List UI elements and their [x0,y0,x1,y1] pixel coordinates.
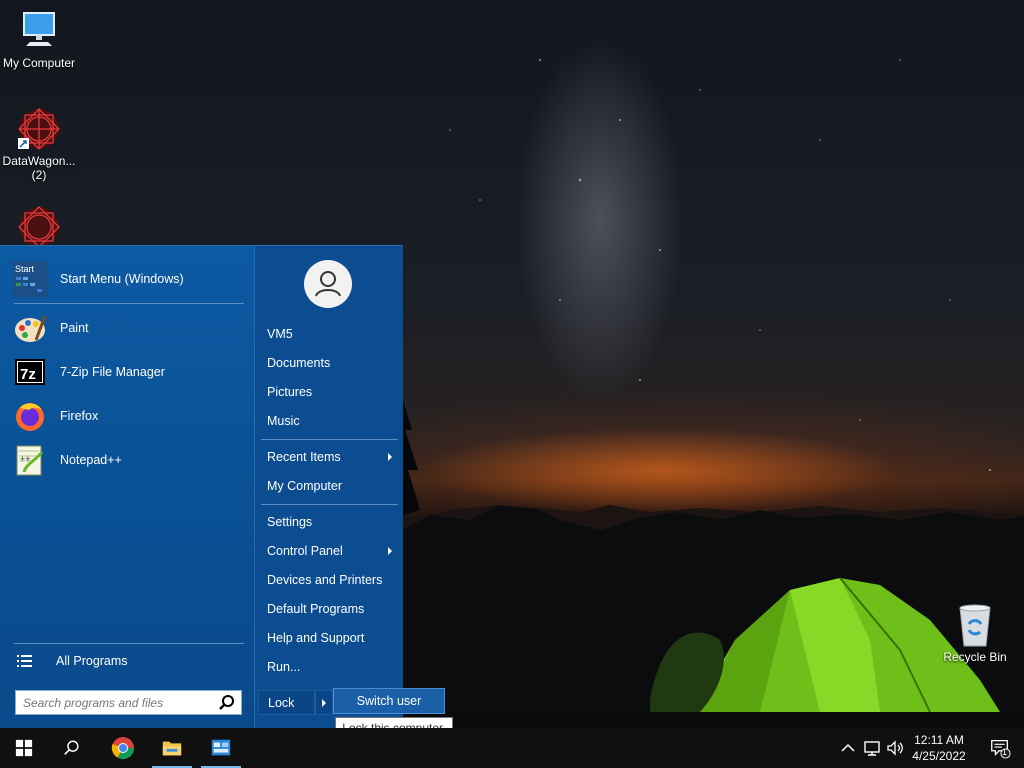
menu-item-default-programs[interactable]: Default Programs [261,596,398,622]
control-panel-icon [211,739,231,756]
program-label: Start Menu (Windows) [60,272,184,286]
all-programs-label: All Programs [56,654,128,668]
search-icon [64,740,79,755]
search-box[interactable] [15,690,242,715]
lock-label: Lock [268,695,295,710]
menu-item-label: Documents [267,356,331,370]
menu-item-help-support[interactable]: Help and Support [261,625,398,651]
program-start-menu-windows[interactable]: Start Start Menu (Windows) [12,259,244,299]
switch-user-button[interactable]: Switch user [333,688,445,714]
start-menu-icon: Start [12,261,48,297]
clock-date: 4/25/2022 [912,749,966,763]
monitor-icon [23,12,55,46]
start-menu-places-pane: VM5 Documents Pictures Music Recent Item… [254,246,403,729]
notepadpp-icon: ++ [16,445,44,476]
search-input[interactable] [16,691,216,714]
avatar[interactable] [304,260,352,308]
action-center-button[interactable]: 1 [976,728,1024,768]
notification-icon [991,740,1011,759]
taskbar-control-panel[interactable] [197,728,245,768]
chevron-up-icon[interactable] [838,738,858,758]
list-icon [17,655,32,667]
clock-time: 12:11 AM [914,733,964,747]
recycle-bin-icon [959,604,991,647]
chrome-icon [111,737,134,759]
menu-item-label: My Computer [267,479,343,493]
svg-text:Start: Start [15,264,35,274]
chevron-right-icon [388,453,392,461]
start-menu: Start Start Menu (Windows) Paint 7z 7-Zi… [0,245,403,729]
menu-item-label: VM5 [267,327,293,341]
svg-text:++: ++ [20,454,31,464]
start-button[interactable] [0,728,48,768]
network-icon[interactable] [862,738,882,758]
desktop-icon-my-computer[interactable]: My Computer [0,8,78,70]
lock-button[interactable]: Lock [258,690,315,715]
desktop-icon-label: Recycle Bin [943,650,1007,664]
windows-logo-icon [15,739,33,757]
divider [261,504,398,505]
menu-item-label: Help and Support [267,631,365,645]
menu-item-label: Default Programs [267,602,365,616]
divider [261,439,398,440]
menu-item-settings[interactable]: Settings [261,509,398,535]
switch-user-label: Switch user [356,694,422,708]
taskbar-chrome[interactable] [99,728,147,768]
menu-item-label: Control Panel [267,544,343,558]
menu-item-label: Pictures [267,385,313,399]
menu-item-documents[interactable]: Documents [261,350,398,376]
program-paint[interactable]: Paint [12,308,244,348]
program-label: 7-Zip File Manager [60,365,165,379]
menu-item-recent-items[interactable]: Recent Items [261,444,398,470]
paint-icon [15,315,47,342]
chevron-right-icon [388,547,392,555]
notification-count-badge: 1 [1002,747,1008,757]
desktop-icon-label: My Computer [2,56,76,70]
datawagon-icon [18,206,60,248]
menu-item-my-computer[interactable]: My Computer [261,473,398,499]
svg-text:7z: 7z [20,366,36,383]
menu-item-devices-printers[interactable]: Devices and Printers [261,567,398,593]
desktop-icon-label: DataWagon... (2) [2,154,76,182]
folder-icon [162,741,182,756]
menu-item-label: Settings [267,515,313,529]
7zip-icon: 7z [15,359,45,385]
desktop-icon-recycle-bin[interactable]: Recycle Bin [936,602,1014,664]
search-icon[interactable] [216,692,238,714]
start-menu-programs-pane: Start Start Menu (Windows) Paint 7z 7-Zi… [0,246,254,729]
divider [14,303,244,304]
menu-item-label: Music [267,414,300,428]
menu-item-user[interactable]: VM5 [261,321,398,347]
program-notepadpp[interactable]: ++ Notepad++ [12,440,244,480]
taskbar: 12:11 AM 4/25/2022 1 [0,728,1024,768]
menu-item-run[interactable]: Run... [261,654,398,680]
datawagon-icon [18,108,60,150]
program-label: Notepad++ [60,453,122,467]
menu-item-label: Recent Items [267,450,341,464]
program-7zip[interactable]: 7z 7-Zip File Manager [12,352,244,392]
menu-item-music[interactable]: Music [261,408,398,434]
desktop-icon-datawagon[interactable]: DataWagon... (2) [0,106,78,182]
menu-item-control-panel[interactable]: Control Panel [261,538,398,564]
taskbar-file-explorer[interactable] [148,728,196,768]
all-programs-button[interactable]: All Programs [14,641,246,681]
menu-item-label: Devices and Printers [267,573,383,587]
program-label: Firefox [60,409,99,423]
menu-item-pictures[interactable]: Pictures [261,379,398,405]
user-icon [315,271,341,297]
firefox-icon [16,403,44,431]
program-label: Paint [60,321,89,335]
taskbar-search-button[interactable] [48,728,96,768]
taskbar-clock[interactable]: 12:11 AM 4/25/2022 [902,732,976,764]
lock-options-button[interactable] [315,690,333,715]
program-firefox[interactable]: Firefox [12,396,244,436]
menu-item-label: Run... [267,660,301,674]
